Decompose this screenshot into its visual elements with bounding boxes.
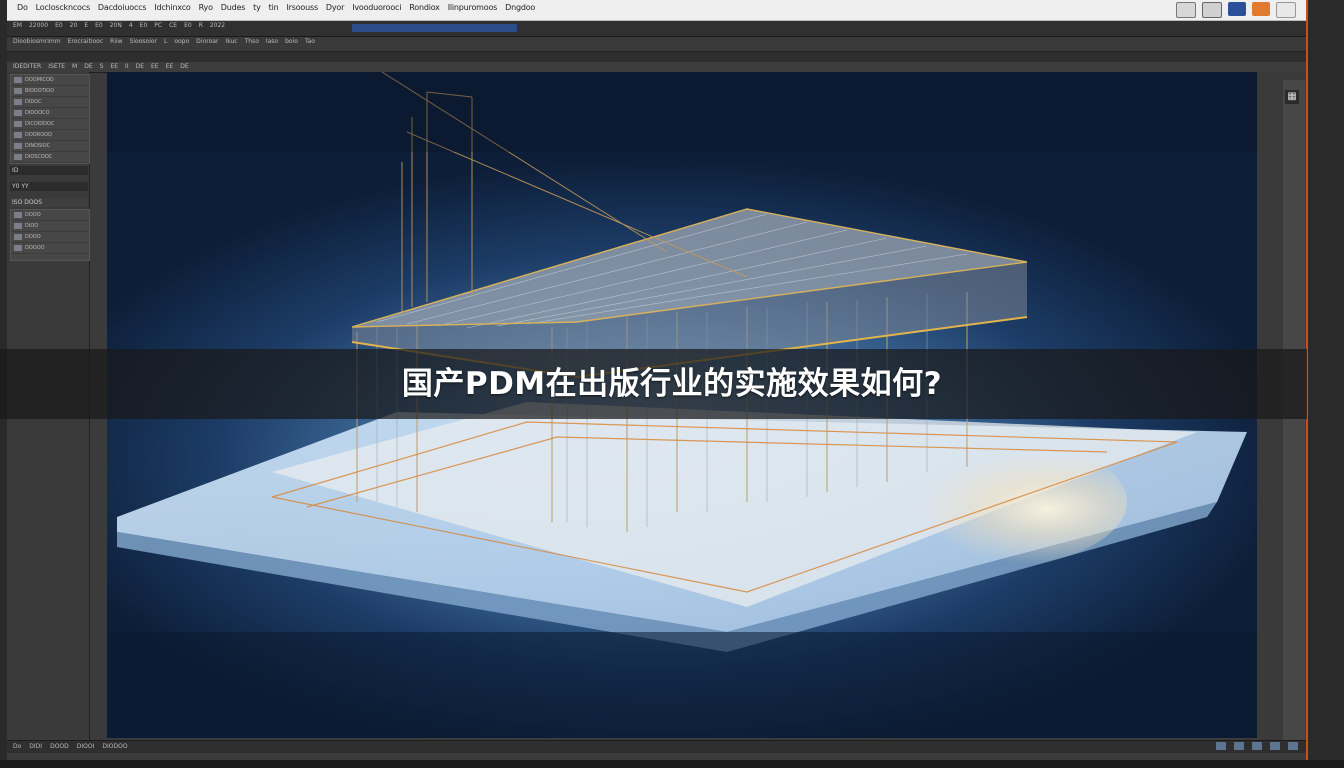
status-icon-2[interactable] xyxy=(1234,742,1244,750)
list-item[interactable]: DOOO xyxy=(11,210,89,221)
toolbar-button-6[interactable]: II xyxy=(125,63,129,70)
toolbar-button-7[interactable]: DE xyxy=(136,63,144,70)
menu-item-1[interactable]: Loclosckncocs xyxy=(36,3,90,12)
status-icon-4[interactable] xyxy=(1270,742,1280,750)
list-item[interactable]: DOOMICOD xyxy=(11,75,89,86)
menu-item-4[interactable]: Ryo xyxy=(199,3,213,12)
bucket-icon[interactable] xyxy=(1176,2,1196,18)
menu-items: Do Loclosckncocs Dacdoiuoccs Idchinxco Ryo Du… xyxy=(17,3,543,12)
status-item-0: Do xyxy=(13,743,22,750)
list-item[interactable]: DOOO xyxy=(11,232,89,243)
menu-item-11[interactable]: Rondiox xyxy=(409,3,440,12)
menu-item-6[interactable]: ty xyxy=(253,3,261,12)
section3-header: Y0 YY xyxy=(10,182,88,191)
bottom-strip xyxy=(0,760,1344,768)
list-item[interactable]: DIDOC xyxy=(11,97,89,108)
toolbar-button-11[interactable]: Tao xyxy=(305,38,315,45)
toolbar-button-4[interactable]: S xyxy=(100,63,104,70)
status-tools xyxy=(1216,742,1298,750)
align-icon[interactable] xyxy=(1202,2,1222,18)
toolbar-button-6[interactable]: 20N xyxy=(110,22,122,29)
toolbar-button-5[interactable]: oopo xyxy=(174,38,189,45)
toolbar-primary: EM 22000 E0 20 E E0 20N 4 E0 PC CE E0 R 2022 xyxy=(7,21,1306,37)
toolbar-secondary: Dioobiosmrimm Erocraitiooc Riiw Sioosoior Lo… xyxy=(7,37,1306,52)
toolbar-button-2[interactable]: Riiw xyxy=(110,38,122,45)
menu-item-13[interactable]: Dngdoo xyxy=(505,3,535,12)
toolbar-button-6[interactable]: Dinroar xyxy=(196,38,218,45)
toolbar-divider xyxy=(7,52,1306,62)
toolbar-button-12[interactable]: R xyxy=(199,22,203,29)
menu-bar: Do Loclosckncocs Dacdoiuoccs Idchinxco Ryo Du… xyxy=(7,0,1306,21)
properties-list: DOOO DIOO DOOO DOOOO xyxy=(10,209,90,261)
layers-list: DOOMICOD BIODOTIOO DIDOC DIOOOCO DICOIDDOC DO… xyxy=(10,74,90,164)
toolbar-button-0[interactable]: EM xyxy=(13,22,22,29)
toolbar-button-1[interactable]: ISETE xyxy=(48,63,65,70)
toolbar-button-8[interactable]: EE xyxy=(151,63,159,70)
toolbar-button-9[interactable]: PC xyxy=(154,22,162,29)
panel-toggle-icon[interactable]: ▦ xyxy=(1285,90,1299,104)
status-icon-3[interactable] xyxy=(1252,742,1262,750)
toolbar-button-0[interactable]: Dioobiosmrimm xyxy=(13,38,61,45)
status-icon-1[interactable] xyxy=(1216,742,1226,750)
toolbar-button-8[interactable]: Thso xyxy=(245,38,259,45)
toolbar-button-9[interactable]: Iaso xyxy=(266,38,278,45)
list-item[interactable]: DICOIDDOC xyxy=(11,119,89,130)
list-item[interactable]: DINOSIOC xyxy=(11,141,89,152)
section4-header: ISO DOOS xyxy=(10,198,88,207)
list-item[interactable]: DOOROOD xyxy=(11,130,89,141)
status-item-1: DIDI xyxy=(29,743,43,750)
toolbar-active-strip xyxy=(352,24,517,32)
list-item[interactable]: DIOOOCO xyxy=(11,108,89,119)
toolbar-button-0[interactable]: IDEDITER xyxy=(13,63,41,70)
menu-item-10[interactable]: Ivooduorooci xyxy=(352,3,401,12)
toolbar-button-3[interactable]: DE xyxy=(84,63,92,70)
toolbar-button-9[interactable]: EE xyxy=(166,63,174,70)
toolbar-button-11[interactable]: E0 xyxy=(184,22,192,29)
menu-item-0[interactable]: Do xyxy=(17,3,28,12)
toolbar-button-2[interactable]: E0 xyxy=(55,22,63,29)
menu-item-2[interactable]: Dacdoiuoccs xyxy=(98,3,147,12)
toolbar-button-7[interactable]: Ikuc xyxy=(225,38,237,45)
toolbar-button-10[interactable]: DE xyxy=(180,63,188,70)
toolbar-button-4[interactable]: L xyxy=(164,38,167,45)
toolbar-tertiary-items: IDEDITER ISETE M DE S EE II DE EE EE DE xyxy=(13,63,196,70)
toolbar-button-7[interactable]: 4 xyxy=(129,22,133,29)
toolbar-button-5[interactable]: EE xyxy=(110,63,118,70)
toolbar-button-5[interactable]: E0 xyxy=(95,22,103,29)
list-item[interactable]: DIOO xyxy=(11,221,89,232)
status-icon-5[interactable] xyxy=(1288,742,1298,750)
status-bar: Do DIDI DOOD DIOOI DIODOO xyxy=(7,740,1306,753)
toolbar-button-3[interactable]: Sioosoior xyxy=(130,38,157,45)
toolbar-button-1[interactable]: Erocraitiooc xyxy=(68,38,104,45)
toolbar-button-8[interactable]: E0 xyxy=(140,22,148,29)
toolbar-primary-items: EM 22000 E0 20 E E0 20N 4 E0 PC CE E0 R 2022 xyxy=(13,22,232,29)
toolbar-button-3[interactable]: 20 xyxy=(70,22,78,29)
toolbar-button-2[interactable]: M xyxy=(72,63,77,70)
toolbar-button-10[interactable]: CE xyxy=(169,22,177,29)
menu-item-3[interactable]: Idchinxco xyxy=(154,3,190,12)
menu-item-9[interactable]: Dyor xyxy=(326,3,344,12)
list-item[interactable]: DOOOO xyxy=(11,243,89,254)
toolbar-button-1[interactable]: 22000 xyxy=(29,22,48,29)
list-item[interactable]: DIOSCOOC xyxy=(11,152,89,163)
menu-item-7[interactable]: tin xyxy=(269,3,279,12)
status-items: Do DIDI DOOD DIOOI DIODOO xyxy=(13,743,136,750)
menu-item-12[interactable]: Ilinpuromoos xyxy=(448,3,498,12)
status-item-2: DOOD xyxy=(50,743,69,750)
toolbar-secondary-items: Dioobiosmrimm Erocraitiooc Riiw Sioosoior Lo… xyxy=(13,38,322,45)
grid-icon[interactable] xyxy=(1228,2,1246,16)
window-icon[interactable] xyxy=(1252,2,1270,16)
menu-item-8[interactable]: Irsoouss xyxy=(287,3,319,12)
toolbar-button-13[interactable]: 2022 xyxy=(210,22,225,29)
menubar-tools xyxy=(1176,2,1296,18)
status-item-4: DIODOO xyxy=(102,743,128,750)
toolbar-button-10[interactable]: boio xyxy=(285,38,298,45)
section2-header: ID xyxy=(10,166,88,175)
toolbar-button-4[interactable]: E xyxy=(84,22,88,29)
status-item-3: DIOOI xyxy=(76,743,95,750)
list-item[interactable]: BIODOTIOO xyxy=(11,86,89,97)
menu-item-5[interactable]: Dudes xyxy=(221,3,246,12)
banner-title: 国产PDM在出版行业的实施效果如何? xyxy=(401,366,943,402)
layout-icon[interactable] xyxy=(1276,2,1296,18)
